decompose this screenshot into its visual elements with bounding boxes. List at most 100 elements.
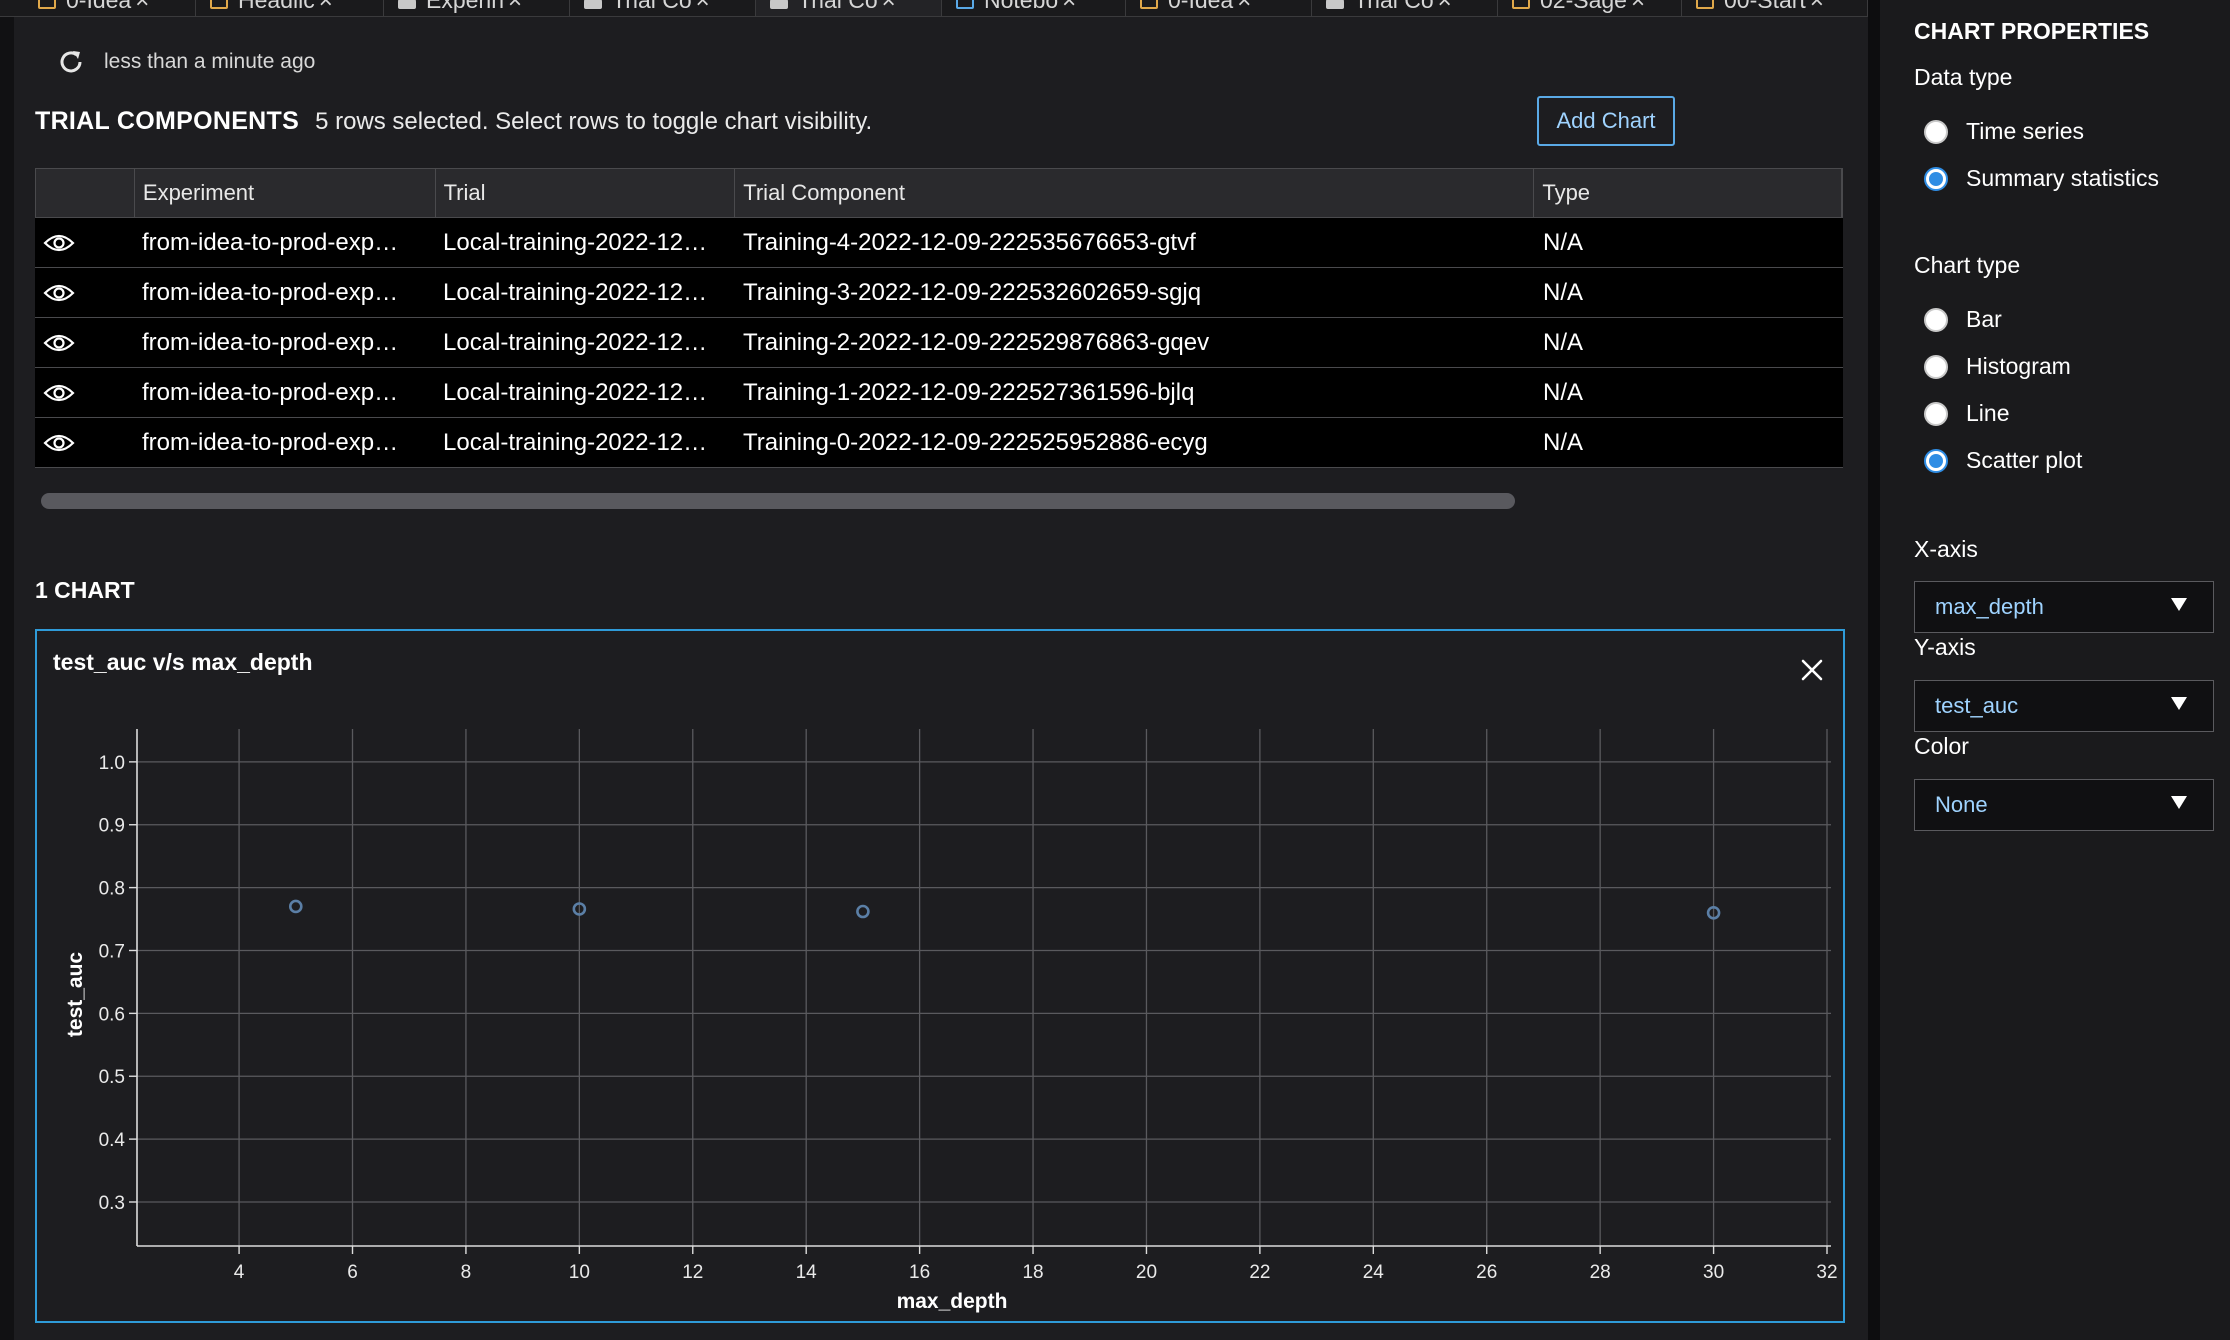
horizontal-scrollbar[interactable] [41, 493, 1515, 509]
close-icon[interactable]: × [135, 0, 149, 15]
eye-icon[interactable] [35, 268, 134, 317]
tab-02-sage[interactable]: 02-Sage × [1498, 0, 1682, 16]
refresh-icon[interactable] [54, 45, 88, 79]
radio-button-selected[interactable] [1924, 448, 1948, 473]
cell-trial: Local-training-2022-12… [443, 378, 708, 406]
cell-experiment: from-idea-to-prod-exp… [142, 378, 399, 406]
folder-icon [38, 0, 56, 9]
tab-0-idea-2[interactable]: 0-Idea × [1126, 0, 1312, 16]
chart-title: test_auc v/s max_depth [53, 649, 313, 675]
last-refresh-text: less than a minute ago [104, 50, 316, 73]
radio-button-selected[interactable] [1924, 166, 1948, 191]
x-tick-label: 32 [1816, 1262, 1837, 1283]
y-axis-select[interactable]: test_auc [1914, 680, 2214, 732]
tab-00-start[interactable]: 00-Start × [1682, 0, 1868, 16]
table-row[interactable]: from-idea-to-prod-exp… Local-training-20… [35, 268, 1843, 318]
radio-line[interactable]: Line [1924, 400, 2009, 427]
radio-label: Time series [1966, 118, 2084, 144]
eye-icon[interactable] [35, 418, 134, 467]
cell-trial: Local-training-2022-12… [443, 428, 708, 456]
select-value: None [1935, 792, 1988, 817]
y-tick-label: 0.8 [99, 879, 125, 900]
tab-label: Trial Co [1354, 0, 1434, 13]
add-chart-button[interactable]: Add Chart [1537, 96, 1675, 146]
radio-time-series[interactable]: Time series [1924, 118, 2084, 145]
cell-trial-component: Training-3-2022-12-09-222532602659-sgjq [743, 278, 1202, 306]
x-tick-label: 26 [1476, 1262, 1497, 1283]
tab-label: Notebo [984, 0, 1059, 13]
radio-bar[interactable]: Bar [1924, 306, 2002, 333]
eye-icon[interactable] [35, 318, 134, 367]
close-icon[interactable]: × [882, 0, 896, 15]
column-header-experiment[interactable]: Experiment [135, 169, 436, 217]
charts-count-heading: 1 CHART [35, 577, 135, 603]
tab-trial-co-2[interactable]: Trial Co × [1312, 0, 1498, 16]
cell-experiment: from-idea-to-prod-exp… [142, 328, 399, 356]
close-icon[interactable]: × [1237, 0, 1251, 15]
radio-button[interactable] [1924, 119, 1948, 144]
column-header-type[interactable]: Type [1534, 169, 1842, 217]
x-tick-label: 6 [347, 1262, 358, 1283]
x-axis-select[interactable]: max_depth [1914, 581, 2214, 633]
close-icon[interactable]: × [1062, 0, 1076, 15]
radio-button[interactable] [1924, 307, 1948, 332]
color-select[interactable]: None [1914, 779, 2214, 831]
radio-label: Histogram [1966, 353, 2071, 379]
y-tick-label: 0.3 [99, 1193, 125, 1214]
x-tick-label: 28 [1590, 1262, 1611, 1283]
cell-experiment: from-idea-to-prod-exp… [142, 278, 399, 306]
x-axis-label: X-axis [1914, 536, 1978, 562]
column-header-trial-component[interactable]: Trial Component [735, 169, 1535, 217]
x-tick-label: 24 [1363, 1262, 1385, 1283]
scatter-point [856, 904, 870, 919]
close-icon[interactable]: × [319, 0, 333, 15]
folder-icon [1512, 0, 1530, 9]
tab-label: Experin [426, 0, 504, 13]
y-tick-label: 1.0 [99, 753, 125, 774]
close-icon[interactable]: × [508, 0, 522, 15]
tab-experin[interactable]: Experin × [384, 0, 570, 16]
close-icon[interactable]: × [1810, 0, 1824, 15]
close-icon[interactable]: × [696, 0, 710, 15]
tab-label: 00-Start [1724, 0, 1806, 13]
y-axis-label: Y-axis [1914, 634, 1976, 660]
tab-label: Trial Co [798, 0, 878, 13]
table-row[interactable]: from-idea-to-prod-exp… Local-training-20… [35, 218, 1843, 268]
eye-icon[interactable] [35, 218, 134, 267]
select-value: test_auc [1935, 693, 2019, 718]
table-row[interactable]: from-idea-to-prod-exp… Local-training-20… [35, 318, 1843, 368]
tab-0-idea[interactable]: 0-Idea × [24, 0, 196, 16]
y-tick-label: 0.6 [99, 1004, 125, 1025]
x-tick-label: 16 [909, 1262, 930, 1283]
radio-button[interactable] [1924, 354, 1948, 379]
table-row[interactable]: from-idea-to-prod-exp… Local-training-20… [35, 418, 1843, 468]
column-header-visibility[interactable] [36, 169, 135, 217]
tab-trial-co-1[interactable]: Trial Co × [570, 0, 756, 16]
panel-divider [1868, 0, 1880, 1340]
close-icon[interactable]: × [1438, 0, 1452, 15]
tab-headlic[interactable]: Headlic × [196, 0, 384, 16]
scatter-chart: 4 6 8 10 12 14 16 18 20 22 24 26 28 30 32 0.3 0.4 0.5 0.6 0… [64, 729, 1838, 1313]
chart-properties-panel: CHART PROPERTIES Data type Time series S… [1880, 0, 2230, 1340]
cell-type: N/A [1543, 228, 1584, 256]
tab-notebook[interactable]: Notebo × [942, 0, 1126, 16]
tab-label: Headlic [238, 0, 315, 13]
column-header-trial[interactable]: Trial [436, 169, 736, 217]
radio-summary-statistics[interactable]: Summary statistics [1924, 165, 2159, 192]
x-axis-title: max_depth [897, 1290, 1008, 1313]
tab-trial-co-active[interactable]: Trial Co × [756, 0, 942, 16]
radio-button[interactable] [1924, 401, 1948, 426]
table-row[interactable]: from-idea-to-prod-exp… Local-training-20… [35, 368, 1843, 418]
trial-components-header: TRIAL COMPONENTS 5 rows selected. Select… [35, 107, 872, 136]
x-tick-label: 8 [461, 1262, 472, 1283]
tab-label: 0-Idea [1168, 0, 1234, 13]
close-icon[interactable]: × [1631, 0, 1645, 15]
radio-histogram[interactable]: Histogram [1924, 353, 2071, 380]
x-tick-label: 10 [569, 1262, 590, 1283]
section-title: TRIAL COMPONENTS [35, 107, 300, 135]
cell-type: N/A [1543, 428, 1584, 456]
close-icon[interactable] [1797, 655, 1827, 685]
eye-icon[interactable] [35, 368, 134, 417]
radio-scatter-plot[interactable]: Scatter plot [1924, 447, 2082, 474]
folder-icon [1696, 0, 1714, 9]
